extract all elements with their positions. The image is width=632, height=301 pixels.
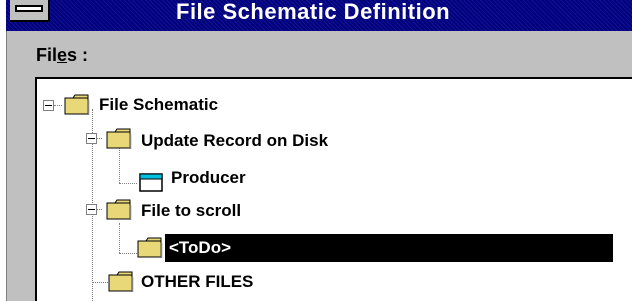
window-border (0, 0, 7, 301)
collapse-toggle[interactable] (86, 133, 97, 144)
window-title: File Schematic Definition (176, 0, 451, 24)
files-label: Files : (36, 45, 89, 65)
system-menu-button[interactable] (10, 0, 50, 22)
file-tree[interactable]: File Schematic Update Record on Disk Pro… (35, 77, 632, 301)
tree-item-label[interactable]: Producer (171, 167, 246, 189)
tree-connector (119, 223, 120, 253)
system-menu-icon (15, 5, 43, 12)
tree-connector (119, 183, 137, 184)
folder-icon (137, 237, 163, 258)
title-bar[interactable]: File Schematic Definition (6, 0, 632, 31)
window-frame: File Schematic Definition Files : File S… (0, 0, 632, 301)
tree-item-label-selected[interactable]: <ToDo> (165, 234, 613, 262)
folder-icon (108, 271, 134, 292)
collapse-toggle[interactable] (43, 100, 54, 111)
window-icon (139, 173, 163, 192)
tree-connector (119, 253, 137, 254)
tree-item-label[interactable]: File to scroll (141, 200, 241, 222)
tree-item-label[interactable]: OTHER FILES (141, 271, 253, 293)
folder-icon (106, 128, 132, 149)
tree-item-label[interactable]: File Schematic (99, 94, 218, 116)
folder-icon (64, 94, 90, 115)
collapse-toggle[interactable] (86, 204, 97, 215)
tree-connector (119, 147, 120, 183)
folder-icon (106, 199, 132, 220)
tree-connector (54, 105, 62, 106)
tree-item-label[interactable]: Update Record on Disk (141, 130, 328, 152)
